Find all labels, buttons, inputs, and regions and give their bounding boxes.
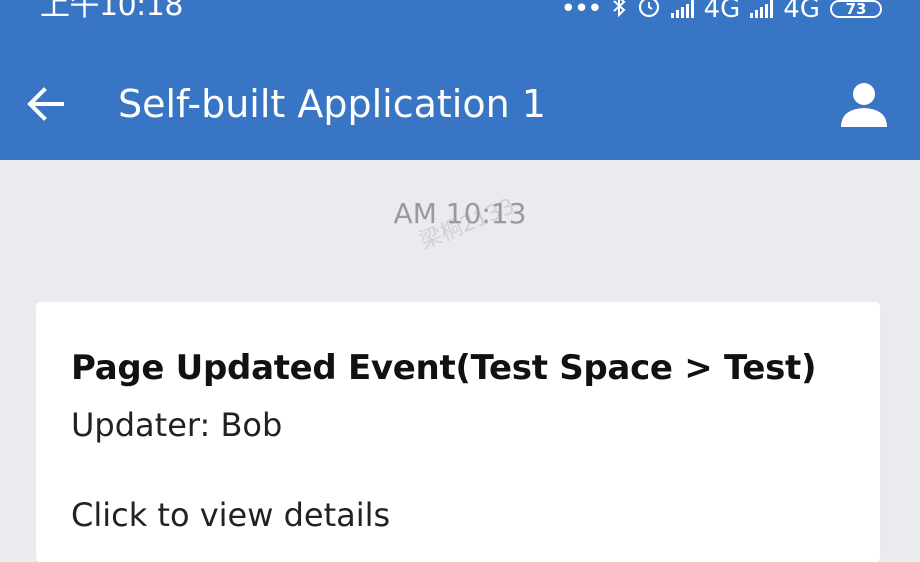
bluetooth-icon xyxy=(611,0,627,24)
battery-icon: 73 xyxy=(830,0,882,18)
profile-button[interactable] xyxy=(838,78,890,130)
card-title: Page Updated Event(Test Space > Test) xyxy=(71,348,817,388)
network-type-2: 4G xyxy=(783,0,820,24)
network-type-1: 4G xyxy=(703,0,741,24)
status-icons: ••• 4G 4G 73 xyxy=(561,0,882,24)
battery-percent: 73 xyxy=(845,0,867,18)
view-details-link[interactable]: Click to view details xyxy=(71,494,390,536)
page-title: Self-built Application 1 xyxy=(118,82,546,126)
back-button[interactable] xyxy=(22,80,70,128)
toolbar: Self-built Application 1 xyxy=(0,62,920,146)
card-updater: Updater: Bob xyxy=(71,406,283,444)
app-header: 上午10:18 ••• 4G 4G 73 Self-built Applicat… xyxy=(0,0,920,160)
status-time: 上午10:18 xyxy=(40,0,183,23)
more-dots-icon: ••• xyxy=(560,0,603,24)
message-card[interactable]: Page Updated Event(Test Space > Test) Up… xyxy=(36,302,880,562)
signal-icon xyxy=(750,0,774,18)
status-bar: 上午10:18 ••• 4G 4G 73 xyxy=(0,0,920,30)
signal-icon xyxy=(670,0,694,18)
person-icon xyxy=(841,83,887,127)
alarm-icon xyxy=(637,0,661,25)
arrow-left-icon xyxy=(27,87,64,121)
